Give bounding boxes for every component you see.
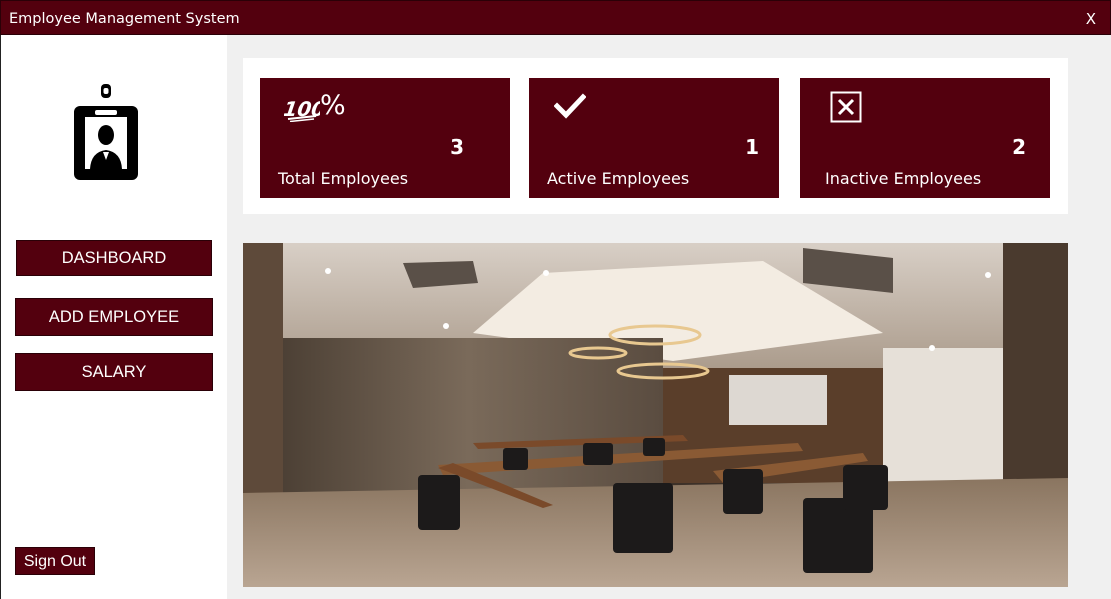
salary-button[interactable]: SALARY — [15, 353, 213, 391]
total-employees-label: Total Employees — [278, 169, 409, 188]
active-employees-label: Active Employees — [547, 169, 690, 188]
percent-sign: % — [320, 90, 346, 121]
active-employees-count: 1 — [745, 135, 759, 159]
inactive-employees-card: 2 Inactive Employees — [800, 78, 1050, 198]
main-content: 100 % 3 Total Employees 1 Active Employe… — [227, 35, 1111, 599]
add-employee-button[interactable]: ADD EMPLOYEE — [15, 298, 213, 336]
close-button[interactable]: X — [1086, 10, 1096, 28]
window-title: Employee Management System — [9, 11, 240, 27]
active-employees-card: 1 Active Employees — [529, 78, 779, 198]
x-box-icon — [830, 91, 862, 128]
checkmark-icon — [553, 93, 587, 124]
inactive-employees-count: 2 — [1012, 135, 1026, 159]
sidebar: DASHBOARD ADD EMPLOYEE SALARY Sign Out — [0, 35, 227, 599]
employee-id-badge-icon — [74, 84, 138, 180]
total-employees-count: 3 — [450, 135, 464, 159]
inactive-employees-label: Inactive Employees — [825, 169, 982, 188]
stats-panel: 100 % 3 Total Employees 1 Active Employe… — [243, 58, 1068, 214]
title-bar: Employee Management System X — [0, 0, 1111, 35]
dashboard-button[interactable]: DASHBOARD — [16, 240, 212, 276]
hundred-percent-icon: 100 — [282, 92, 327, 127]
conference-room-photo — [243, 243, 1068, 587]
total-employees-card: 100 % 3 Total Employees — [260, 78, 510, 198]
sign-out-button[interactable]: Sign Out — [15, 547, 95, 575]
